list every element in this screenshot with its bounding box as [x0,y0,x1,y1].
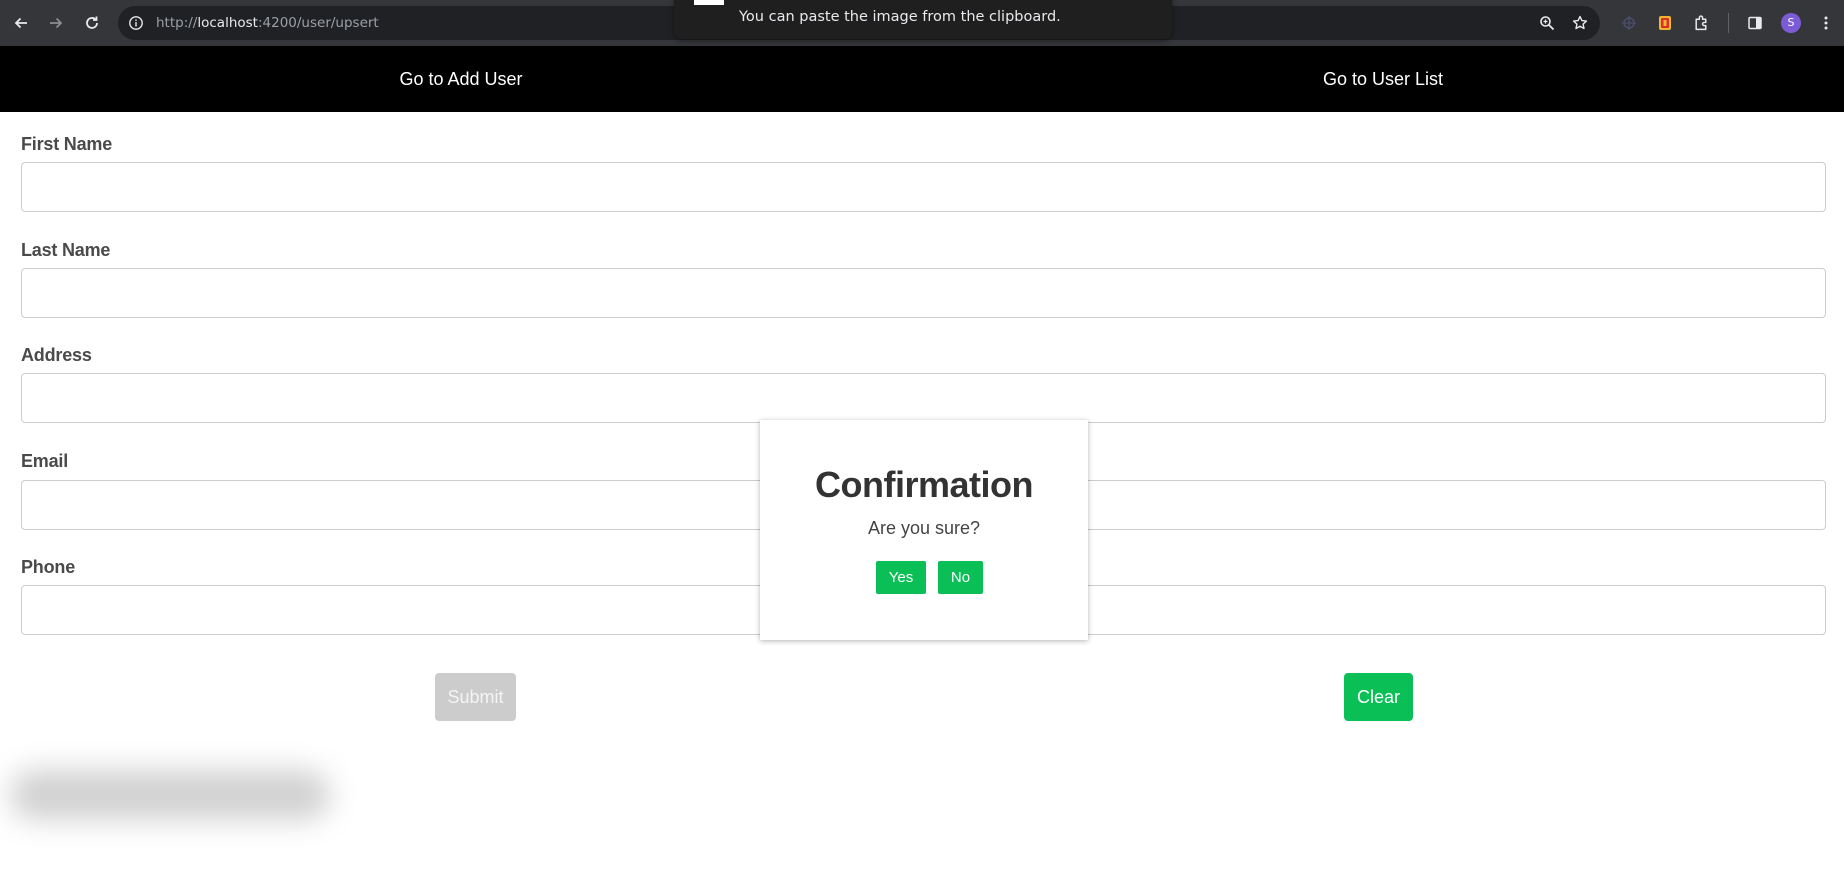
toolbar-divider [1728,13,1729,33]
forward-button[interactable] [44,11,68,35]
dialog-message: Are you sure? [867,518,981,538]
clipboard-toast-message: You can paste the image from the clipboa… [739,9,1061,25]
address-label: Address [21,345,92,365]
clear-button[interactable]: Clear [1344,673,1413,721]
extension-icon[interactable] [1618,12,1640,34]
bookmark-star-icon[interactable] [1572,15,1588,31]
dialog-title: Confirmation [815,464,1033,505]
first-name-input[interactable] [21,162,1826,212]
confirm-yes-button[interactable]: Yes [876,561,926,594]
kebab-menu-icon [1824,16,1828,30]
confirm-no-button[interactable]: No [938,561,983,594]
back-button[interactable] [9,11,33,35]
app-navbar: Go to Add User Go to User List [0,46,1844,112]
first-name-label: First Name [21,134,113,154]
url-host: localhost [197,15,258,31]
extensions-button[interactable] [1690,12,1712,34]
side-panel-icon [1748,16,1762,30]
url-text[interactable]: http://localhost:4200/user/upsert [156,15,379,31]
crosshair-extension-icon [1622,16,1636,30]
nav-link-add-user[interactable]: Go to Add User [0,46,922,112]
address-input[interactable] [21,373,1826,423]
phone-label: Phone [21,557,76,577]
back-arrow-icon [14,17,27,29]
url-scheme: http:// [156,15,198,31]
submit-button[interactable]: Submit [435,673,516,721]
url-path: :4200/user/upsert [257,15,379,31]
puzzle-extensions-icon [1694,14,1706,30]
side-panel-button[interactable] [1744,12,1766,34]
clipboard-image-thumbnail [694,0,724,5]
last-name-input[interactable] [21,268,1826,318]
red-badge-extension-icon [1659,16,1671,30]
reload-button[interactable] [80,11,104,35]
reload-icon [86,16,98,29]
email-label: Email [21,451,69,471]
last-name-label: Last Name [21,240,111,260]
confirmation-dialog: Confirmation Are you sure? Yes No [760,420,1088,640]
profile-avatar[interactable]: S [1781,13,1801,33]
blurred-overlay-artifact [10,770,330,820]
clipboard-toast: You can paste the image from the clipboa… [674,0,1172,39]
chrome-menu-button[interactable] [1815,12,1837,34]
nav-link-user-list[interactable]: Go to User List [922,46,1844,112]
site-info-icon[interactable] [128,15,144,31]
extension-icon[interactable] [1654,12,1676,34]
forward-arrow-icon [50,17,63,29]
zoom-icon[interactable] [1539,15,1555,31]
